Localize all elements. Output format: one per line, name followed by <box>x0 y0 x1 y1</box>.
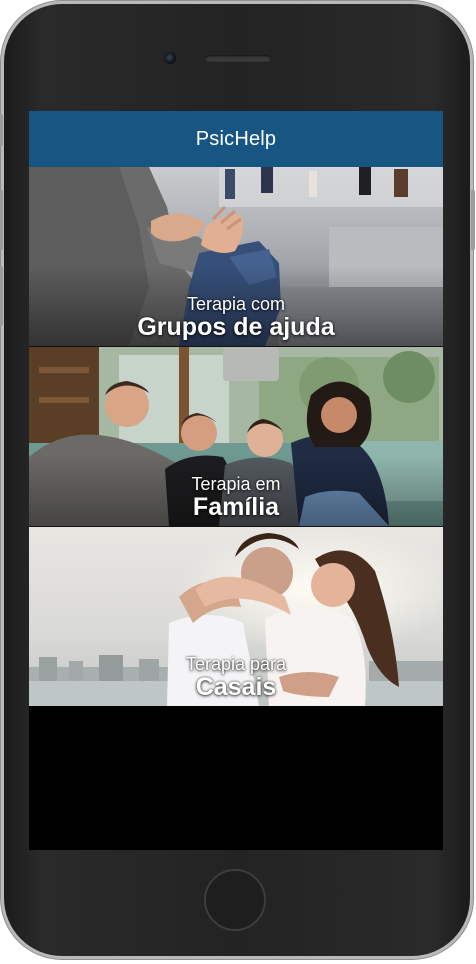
power-button <box>471 190 475 250</box>
app-title: PsicHelp <box>195 127 277 150</box>
card-caption: Terapia para Casais <box>29 655 443 700</box>
card-caption-line1: Terapia com <box>186 294 286 314</box>
card-caption-line2: Casais <box>195 673 277 701</box>
card-caption-line2: Grupos de ajuda <box>137 313 335 341</box>
card-caption: Terapia em Família <box>29 475 443 520</box>
card-group-therapy[interactable]: Terapia com Grupos de ajuda <box>29 167 443 346</box>
card-caption: Terapia com Grupos de ajuda <box>29 295 443 340</box>
app-bar: PsicHelp <box>29 111 443 167</box>
card-family-therapy[interactable]: Terapia em Família <box>29 346 443 526</box>
volume-up-button <box>0 190 3 250</box>
phone-frame: PsicHelp Terapia com Grupos de ajuda Ter… <box>0 4 475 956</box>
home-button[interactable] <box>204 869 266 931</box>
card-couples-therapy[interactable]: Terapia para Casais <box>29 526 443 706</box>
card-caption-line1: Terapia para <box>185 654 287 674</box>
earpiece-speaker <box>205 55 271 62</box>
volume-down-button <box>0 266 3 326</box>
front-camera-icon <box>164 52 176 64</box>
app-screen: PsicHelp Terapia com Grupos de ajuda Ter… <box>29 111 443 850</box>
card-caption-line2: Família <box>192 493 280 521</box>
card-caption-line1: Terapia em <box>191 474 281 494</box>
mute-switch <box>0 114 3 146</box>
